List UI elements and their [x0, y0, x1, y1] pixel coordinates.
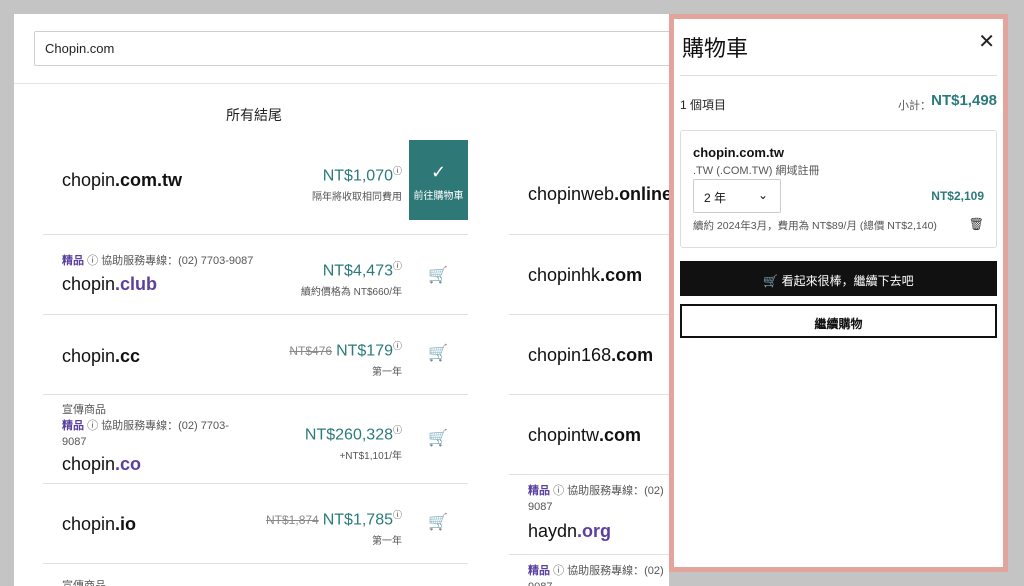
premium-tag: 精品 — [62, 255, 84, 267]
chevron-down-icon: ⌄ — [757, 188, 768, 202]
domain-search-page: Chopin.com 所有結尾 chopin.com.tw NT$1,070ⓘ … — [14, 14, 669, 586]
cart-item-desc: .TW (.COM.TW) 網域註冊 — [693, 165, 820, 177]
result-row: chopin.com.tw NT$1,070ⓘ 隔年將收取相同費用 ✓ 前往購物… — [43, 140, 468, 235]
premium-tag: 精品 — [528, 485, 550, 497]
info-icon: ⓘ — [87, 420, 99, 432]
add-to-cart-icon[interactable]: 🛒 — [426, 512, 450, 536]
divider — [680, 75, 997, 76]
domain-name: chopin.cc — [62, 346, 141, 366]
info-icon: ⓘ — [553, 485, 565, 497]
price-note: +NT$1,101/年 — [339, 451, 402, 463]
result-row: chopin168.com — [509, 315, 669, 395]
cart-item-domain: chopin.com.tw — [693, 145, 784, 160]
cart-title: 購物車 — [682, 37, 749, 62]
result-row: 精品 ⓘ 協助服務專線：(02) 9087 — [509, 555, 669, 586]
domain-name: chopin.com.tw — [62, 170, 183, 190]
support-line: 協助服務專線：(02) — [567, 485, 664, 497]
trash-icon[interactable]: 🗑 — [969, 217, 984, 231]
support-line: 協助服務專線：(02) — [567, 565, 664, 577]
price: NT$1,070 — [322, 167, 393, 185]
result-row: chopinweb.online — [509, 140, 669, 235]
price: NT$179 — [336, 342, 393, 360]
info-icon[interactable]: ⓘ — [393, 166, 402, 176]
result-row: chopintw.com — [509, 395, 669, 475]
info-icon[interactable]: ⓘ — [393, 510, 402, 520]
support-line: 協助服務專線：(02) 7703-9087 — [101, 255, 254, 267]
domain-name: chopinweb.online — [528, 184, 669, 204]
checkout-label: 看起來很棒，繼續下去吧 — [781, 274, 914, 288]
price-note: 續約價格為 NT$660/年 — [300, 287, 402, 299]
add-to-cart-icon[interactable]: 🛒 — [426, 428, 450, 452]
price-block: NT$1,070ⓘ 隔年將收取相同費用 — [312, 164, 402, 203]
price-block: NT$476 NT$179ⓘ 第一年 — [289, 339, 402, 378]
domain-name: chopin.club — [62, 274, 158, 294]
info-icon[interactable]: ⓘ — [393, 341, 402, 351]
price-note: 第一年 — [372, 536, 402, 548]
old-price: NT$476 — [289, 344, 333, 359]
close-icon[interactable]: ✕ — [978, 29, 995, 54]
checkout-button[interactable]: 🛒 看起來很棒，繼續下去吧 — [680, 261, 997, 296]
premium-tag: 精品 — [62, 420, 84, 432]
price: NT$1,785 — [322, 511, 393, 529]
cart-item: chopin.com.tw .TW (.COM.TW) 網域註冊 2 年 ⌄ N… — [680, 130, 997, 248]
premium-meta: 精品 ⓘ 協助服務專線：(02) 7703-9087 — [62, 253, 253, 269]
check-icon: ✓ — [430, 162, 447, 182]
support-line-cont: 9087 — [62, 436, 87, 448]
old-price: NT$1,874 — [266, 513, 319, 528]
price: NT$4,473 — [322, 262, 393, 280]
support-line-cont: 9087 — [528, 501, 553, 513]
domain-name: haydn.org — [528, 521, 612, 541]
items-count: 1 個項目 — [680, 98, 727, 112]
go-to-cart-button[interactable]: ✓ 前往購物車 — [409, 140, 468, 220]
subtotal-value: NT$1,498 — [931, 92, 997, 109]
price: NT$260,328 — [304, 426, 393, 444]
domain-name: chopin.co — [62, 454, 142, 474]
result-row: 宣傳商品 — [43, 564, 468, 586]
add-to-cart-icon[interactable]: 🛒 — [426, 265, 450, 289]
result-row: 精品 ⓘ 協助服務專線：(02) 9087 haydn.org — [509, 475, 669, 555]
result-row: chopinhk.com — [509, 235, 669, 315]
term-value: 2 年 — [704, 191, 727, 205]
promo-tag: 宣傳商品 — [62, 580, 106, 586]
premium-meta: 宣傳商品 精品 ⓘ 協助服務專線：(02) 7703- 9087 — [62, 402, 229, 450]
premium-meta: 精品 ⓘ 協助服務專線：(02) 9087 — [528, 563, 664, 586]
result-row: 宣傳商品 精品 ⓘ 協助服務專線：(02) 7703- 9087 chopin.… — [43, 395, 468, 484]
term-select[interactable]: 2 年 ⌄ — [693, 179, 781, 213]
price-block: NT$260,328ⓘ +NT$1,101/年 — [305, 423, 402, 462]
domain-name: chopinhk.com — [528, 265, 643, 285]
price-block: NT$1,874 NT$1,785ⓘ 第一年 — [266, 508, 402, 547]
cart-item-price: NT$2,109 — [931, 189, 984, 203]
promo-tag: 宣傳商品 — [62, 404, 106, 416]
results-left-column: chopin.com.tw NT$1,070ⓘ 隔年將收取相同費用 ✓ 前往購物… — [43, 140, 468, 586]
add-to-cart-icon[interactable]: 🛒 — [426, 343, 450, 367]
domain-name: chopin.io — [62, 514, 137, 534]
search-bar: Chopin.com — [14, 14, 669, 84]
price-note: 第一年 — [372, 367, 402, 379]
cart-icon: 🛒 — [763, 274, 779, 288]
info-icon: ⓘ — [553, 565, 565, 577]
result-row: 精品 ⓘ 協助服務專線：(02) 7703-9087 chopin.club N… — [43, 235, 468, 315]
support-line-cont: 9087 — [528, 579, 664, 586]
price-block: NT$4,473ⓘ 續約價格為 NT$660/年 — [301, 259, 402, 298]
info-icon: ⓘ — [87, 255, 99, 267]
renewal-note: 續約 2024年3月，費用為 NT$89/月 (總價 NT$2,140) — [693, 220, 937, 232]
cart-panel: 購物車 ✕ 1 個項目 小計： NT$1,498 chopin.com.tw .… — [669, 14, 1008, 572]
subtotal-label: 小計： — [898, 100, 931, 112]
results-right-column: chopinweb.online chopinhk.com chopin168.… — [509, 140, 669, 586]
result-row: chopin.cc NT$476 NT$179ⓘ 第一年 🛒 — [43, 315, 468, 395]
premium-meta: 精品 ⓘ 協助服務專線：(02) 9087 — [528, 483, 664, 515]
info-icon[interactable]: ⓘ — [393, 425, 402, 435]
support-line: 協助服務專線：(02) 7703- — [101, 420, 229, 432]
premium-tag: 精品 — [528, 565, 550, 577]
domain-name: chopin168.com — [528, 345, 654, 365]
info-icon[interactable]: ⓘ — [393, 261, 402, 271]
continue-shopping-button[interactable]: 繼續購物 — [680, 304, 997, 338]
go-to-cart-label: 前往購物車 — [413, 191, 464, 202]
section-title: 所有結尾 — [226, 107, 282, 123]
search-input[interactable]: Chopin.com — [34, 31, 669, 66]
result-row: chopin.io NT$1,874 NT$1,785ⓘ 第一年 🛒 — [43, 484, 468, 564]
domain-name: chopintw.com — [528, 425, 642, 445]
price-note: 隔年將收取相同費用 — [312, 192, 402, 204]
